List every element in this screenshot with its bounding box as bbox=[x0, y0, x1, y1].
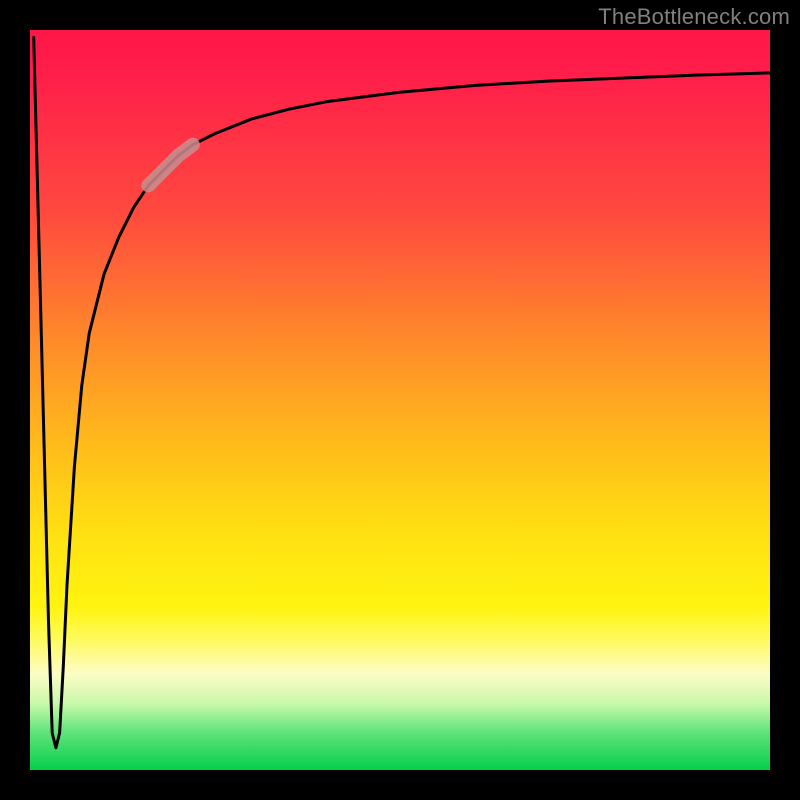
curve-highlight-segment bbox=[148, 145, 192, 186]
plot-area bbox=[30, 30, 770, 770]
bottleneck-curve bbox=[34, 37, 770, 747]
curve-svg bbox=[30, 30, 770, 770]
chart-frame: TheBottleneck.com bbox=[0, 0, 800, 800]
attribution-label: TheBottleneck.com bbox=[598, 4, 790, 30]
